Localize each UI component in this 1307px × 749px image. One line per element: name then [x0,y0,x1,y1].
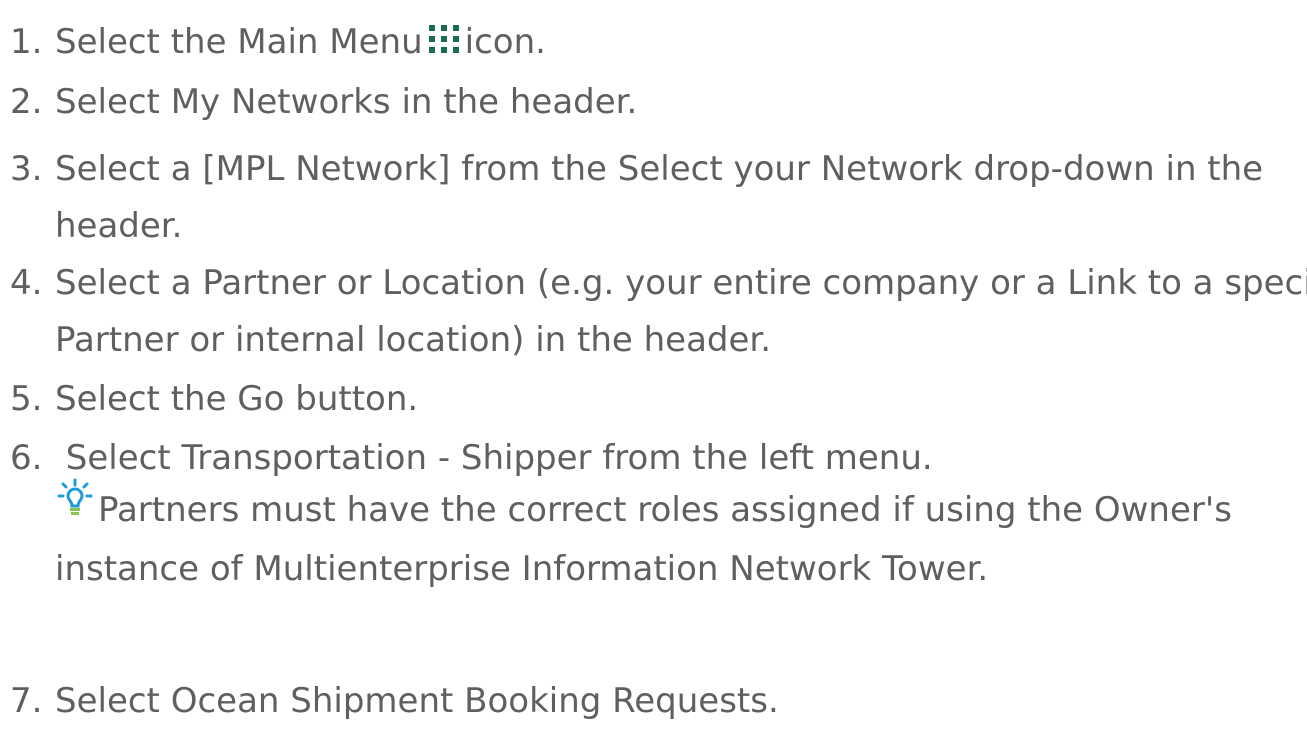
step-number: 1. [10,22,43,62]
step-number: 7. [10,681,43,721]
step-number: 6. [10,438,43,478]
tip-text-line-1: Partners must have the correct roles ass… [98,490,1232,530]
step-number: 3. [10,149,43,189]
step-text: Select a [MPL Network] from the Select y… [55,149,1264,189]
step-text: Select Transportation - Shipper from the… [55,438,933,478]
tip-text-line-2: instance of Multienterprise Information … [55,549,989,589]
step-number: 5. [10,379,43,419]
step-text: Select My Networks in the header. [55,82,638,122]
step-text: Select the Go button. [55,379,419,419]
grid-menu-icon [427,25,461,55]
step-number: 4. [10,263,43,303]
step-3-continuation: header. [55,206,183,246]
step-number: 2. [10,82,43,122]
step-text: Select the Main Menu icon. [55,22,546,62]
lightbulb-icon [57,478,93,515]
step-text: Select Ocean Shipment Booking Requests. [55,681,779,721]
step-4-continuation: Partner or internal location) in the hea… [55,320,772,360]
step-text: Select a Partner or Location (e.g. your … [55,263,1307,303]
